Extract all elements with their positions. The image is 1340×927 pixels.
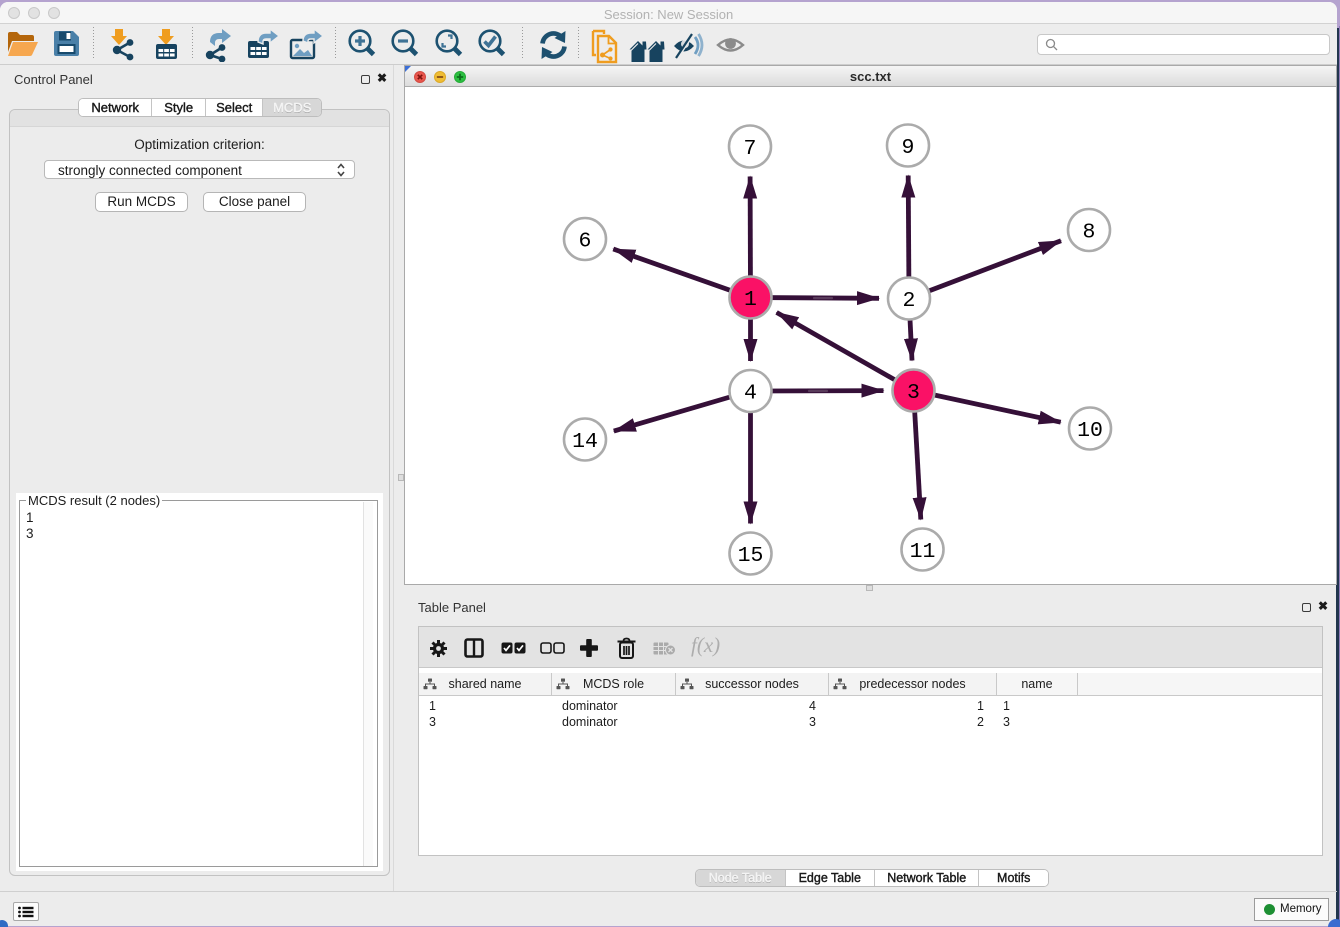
svg-text:8: 8 bbox=[1083, 221, 1096, 245]
svg-text:7: 7 bbox=[744, 137, 757, 161]
svg-text:4: 4 bbox=[744, 382, 757, 406]
svg-text:10: 10 bbox=[1077, 419, 1103, 443]
svg-text:14: 14 bbox=[572, 430, 598, 454]
svg-text:6: 6 bbox=[579, 230, 592, 254]
svg-text:15: 15 bbox=[738, 544, 764, 568]
svg-text:9: 9 bbox=[902, 136, 915, 160]
svg-text:3: 3 bbox=[907, 381, 920, 405]
svg-text:2: 2 bbox=[903, 289, 916, 313]
svg-text:11: 11 bbox=[910, 540, 936, 564]
svg-text:1: 1 bbox=[744, 288, 757, 312]
